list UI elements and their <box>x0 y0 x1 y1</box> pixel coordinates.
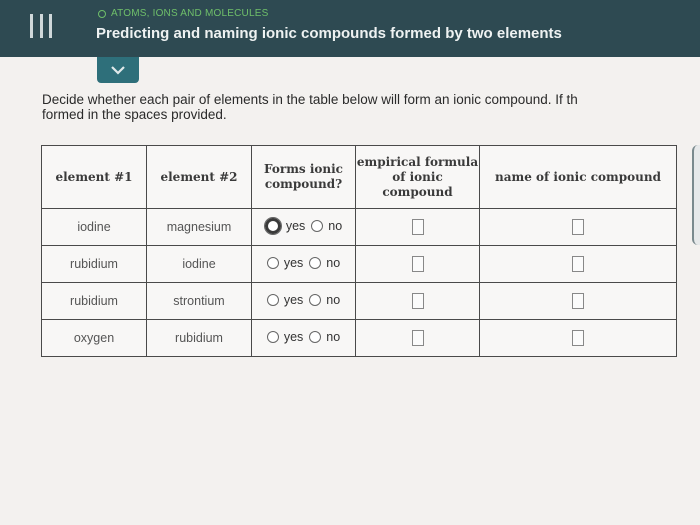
breadcrumb-label: ATOMS, IONS AND MOLECULES <box>111 8 269 19</box>
yes-label: yes <box>283 330 304 344</box>
element-1-cell: rubidium <box>41 245 147 283</box>
forms-ionic-radio-group: yes no <box>266 256 340 270</box>
element-1-cell: iodine <box>41 208 147 246</box>
element-2-value: magnesium <box>166 220 232 234</box>
breadcrumb: ATOMS, IONS AND MOLECULES <box>98 8 268 19</box>
element-1-cell: oxygen <box>41 319 147 357</box>
name-input[interactable] <box>572 293 584 309</box>
radio-circle-icon <box>309 294 322 306</box>
radio-circle-icon <box>311 219 324 232</box>
formula-input[interactable] <box>411 219 424 235</box>
forms-ionic-cell: yes no <box>251 282 356 320</box>
status-circle-icon <box>98 9 106 18</box>
header-compound-name: name of ionic compound <box>479 145 677 209</box>
element-2-value: strontium <box>173 294 225 308</box>
forms-ionic-cell: yes no <box>251 208 356 246</box>
no-radio[interactable]: no <box>309 256 340 270</box>
yes-label: yes <box>285 218 306 233</box>
header-empirical-formula: empirical formula of ionic compound <box>355 145 480 209</box>
table-header-row: element #1 element #2 Forms ionic compou… <box>41 145 677 209</box>
element-1-value: iodine <box>77 220 111 234</box>
yes-radio[interactable]: yes <box>266 293 304 307</box>
formula-input[interactable] <box>411 330 424 346</box>
no-label: no <box>326 293 341 307</box>
instructions-body: Decide whether each pair of elements in … <box>42 92 578 122</box>
radio-circle-icon <box>266 257 279 269</box>
formula-input[interactable] <box>411 293 424 309</box>
header-forms-ionic: Forms ionic compound? <box>251 145 356 209</box>
name-cell <box>479 208 677 246</box>
yes-radio[interactable]: yes <box>266 256 304 270</box>
table-row: rubidium iodine yes no <box>41 245 677 283</box>
no-label: no <box>326 330 341 344</box>
no-radio[interactable]: no <box>309 330 340 344</box>
forms-ionic-radio-group: yes no <box>266 293 340 307</box>
table-row: rubidium strontium yes no <box>41 282 677 320</box>
name-cell <box>479 245 677 283</box>
element-2-cell: strontium <box>146 282 252 320</box>
yes-label: yes <box>283 293 304 307</box>
forms-ionic-cell: yes no <box>251 319 356 357</box>
yes-radio[interactable]: yes <box>266 330 304 344</box>
radio-circle-icon <box>266 294 279 306</box>
element-2-value: rubidium <box>175 331 223 345</box>
forms-ionic-radio-group: yes no <box>266 330 340 344</box>
forms-ionic-cell: yes no <box>251 245 356 283</box>
header-element-2: element #2 <box>146 145 252 209</box>
formula-cell <box>355 245 480 283</box>
menu-icon[interactable] <box>30 14 52 38</box>
element-1-value: oxygen <box>73 331 115 345</box>
no-radio[interactable]: no <box>311 219 342 233</box>
name-cell <box>479 319 677 357</box>
radio-circle-icon <box>266 331 279 343</box>
element-2-value: iodine <box>182 257 216 271</box>
yes-label: yes <box>283 256 304 270</box>
top-bar: ATOMS, IONS AND MOLECULES Predicting and… <box>0 0 700 57</box>
name-cell <box>479 282 677 320</box>
element-2-cell: iodine <box>146 245 252 283</box>
radio-circle-icon <box>309 331 322 343</box>
no-label: no <box>328 218 343 233</box>
formula-cell <box>355 319 480 357</box>
forms-ionic-radio-group: yes no <box>263 216 342 235</box>
header-element-1: element #1 <box>41 145 147 209</box>
radio-circle-icon <box>309 257 322 269</box>
side-panel-edge[interactable] <box>692 145 700 245</box>
element-1-value: rubidium <box>70 257 118 271</box>
name-input[interactable] <box>572 256 584 272</box>
chevron-down-icon <box>111 66 125 75</box>
element-2-cell: magnesium <box>146 208 252 246</box>
page-title: Predicting and naming ionic compounds fo… <box>96 25 562 42</box>
expand-toggle-button[interactable] <box>97 57 139 83</box>
table-row: iodine magnesium yes no <box>41 208 677 246</box>
formula-input[interactable] <box>411 256 424 272</box>
element-1-value: rubidium <box>70 294 118 308</box>
formula-cell <box>355 208 480 246</box>
element-2-cell: rubidium <box>146 319 252 357</box>
radio-circle-icon <box>263 216 282 235</box>
element-1-cell: rubidium <box>41 282 147 320</box>
formula-cell <box>355 282 480 320</box>
no-label: no <box>326 256 341 270</box>
yes-radio[interactable]: yes <box>263 216 306 235</box>
table-row: oxygen rubidium yes no <box>41 319 677 357</box>
no-radio[interactable]: no <box>309 293 340 307</box>
instructions-text: Decide whether each pair of elements in … <box>42 92 700 122</box>
name-input[interactable] <box>572 330 584 346</box>
elements-table: element #1 element #2 Forms ionic compou… <box>41 145 677 357</box>
name-input[interactable] <box>572 219 584 235</box>
